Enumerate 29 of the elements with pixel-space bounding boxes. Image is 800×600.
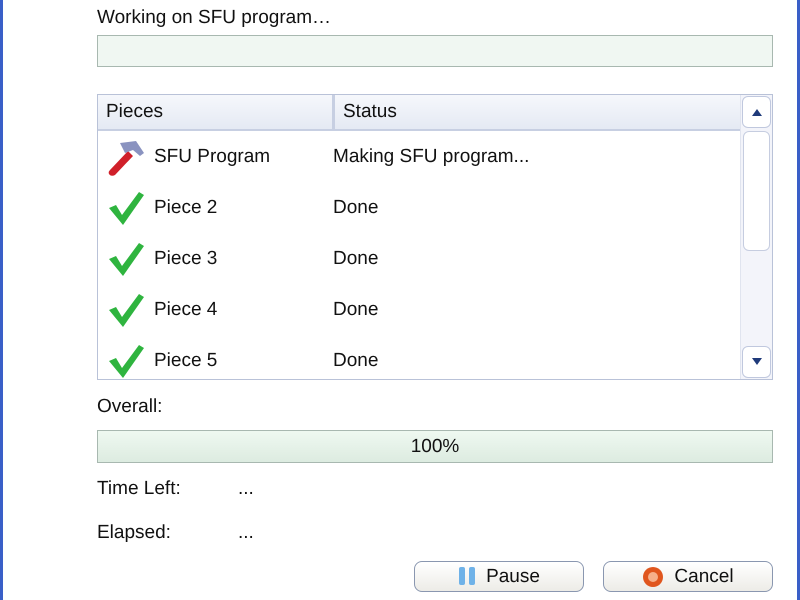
scroll-up-button[interactable] bbox=[742, 96, 771, 128]
piece-name: Piece 2 bbox=[154, 196, 218, 218]
column-header[interactable]: Pieces bbox=[98, 95, 335, 129]
cancel-button[interactable]: Cancel bbox=[603, 561, 773, 592]
stop-icon bbox=[642, 566, 664, 588]
elapsed-value: ... bbox=[238, 522, 254, 544]
pause-button[interactable]: Pause bbox=[414, 561, 584, 592]
status-cell-text: Done bbox=[332, 248, 378, 270]
scroll-down-button[interactable] bbox=[742, 346, 771, 378]
piece-name: SFU Program bbox=[154, 146, 270, 168]
scroll-thumb[interactable] bbox=[743, 131, 770, 251]
down-arrow-icon bbox=[750, 357, 762, 367]
status-cell-text: Done bbox=[332, 350, 378, 372]
elapsed-label: Elapsed: bbox=[97, 522, 172, 544]
column-header[interactable]: Status bbox=[335, 95, 397, 129]
status-cell-text: Done bbox=[332, 298, 378, 320]
piece-name: Piece 3 bbox=[154, 248, 218, 270]
time-left-value: ... bbox=[238, 478, 254, 500]
piece-name: Piece 4 bbox=[154, 298, 218, 320]
piece-name: Piece 5 bbox=[154, 350, 218, 372]
percent-text: 100% bbox=[410, 435, 460, 459]
status-cell-text: Done bbox=[332, 196, 378, 218]
scrollbar[interactable] bbox=[740, 95, 772, 379]
overall-label: Overall: bbox=[97, 395, 164, 419]
status-text: Working on SFU program… bbox=[97, 6, 332, 30]
time-left-label: Time Left: bbox=[97, 478, 182, 500]
up-arrow-icon bbox=[750, 107, 762, 117]
pause-icon bbox=[458, 566, 476, 588]
status-cell-text: Making SFU program... bbox=[332, 146, 530, 168]
